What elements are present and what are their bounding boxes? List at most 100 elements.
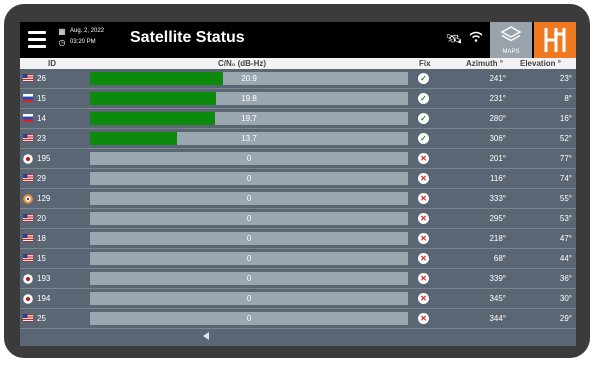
- signal-bar: 0: [90, 172, 408, 185]
- no-fix-icon: ✕: [418, 193, 429, 204]
- table-row[interactable]: 194 0 ✕ 345° 30°: [20, 289, 576, 309]
- no-fix-icon: ✕: [418, 213, 429, 224]
- azimuth-value: 218°: [489, 234, 506, 243]
- satellite-id: 193: [37, 274, 51, 283]
- table-row[interactable]: 15 19.8 ✓ 231° 8°: [20, 89, 576, 109]
- table-row[interactable]: 195 0 ✕ 201° 77°: [20, 149, 576, 169]
- azimuth-value: 68°: [493, 254, 506, 263]
- satellite-id: 20: [37, 214, 46, 223]
- signal-bar: 13.7: [90, 132, 408, 145]
- country-flag-icon: [23, 154, 33, 164]
- elevation-value: 74°: [559, 174, 572, 183]
- elevation-value: 8°: [564, 94, 572, 103]
- signal-bar: 19.7: [90, 112, 408, 125]
- azimuth-value: 280°: [489, 114, 506, 123]
- wifi-icon[interactable]: [469, 30, 483, 49]
- country-flag-icon: [23, 94, 33, 102]
- satellite-list[interactable]: 26 20.9 ✓ 241° 23° 15 19.8 ✓ 231° 8° 14 19.7 ✓ 280° 16…: [20, 69, 576, 329]
- elevation-value: 29°: [559, 314, 572, 323]
- fix-ok-icon: ✓: [418, 113, 429, 124]
- country-flag-icon: [23, 314, 33, 322]
- signal-value: 0: [246, 274, 252, 283]
- elevation-value: 23°: [559, 74, 572, 83]
- signal-bar: 0: [90, 252, 408, 265]
- country-flag-icon: [23, 174, 33, 182]
- satellite-id: 14: [37, 114, 46, 123]
- country-flag-icon: [23, 254, 33, 262]
- azimuth-value: 339°: [489, 274, 506, 283]
- country-flag-icon: [23, 134, 33, 142]
- signal-value: 20.9: [241, 74, 257, 83]
- elevation-value: 30°: [559, 294, 572, 303]
- table-header: ID C/N₀ (dB-Hz) Fix Azimuth ° Elevation …: [20, 58, 576, 69]
- signal-bar: 0: [90, 272, 408, 285]
- azimuth-value: 306°: [489, 134, 506, 143]
- satellite-id: 26: [37, 74, 46, 83]
- elevation-value: 77°: [559, 154, 572, 163]
- table-row[interactable]: 20 0 ✕ 295° 53°: [20, 209, 576, 229]
- signal-bar: 20.9: [90, 72, 408, 85]
- signal-bar: 0: [90, 212, 408, 225]
- signal-bar: 19.8: [90, 92, 408, 105]
- satellite-id: 23: [37, 134, 46, 143]
- col-fix-header: Fix: [419, 59, 431, 68]
- no-fix-icon: ✕: [418, 313, 429, 324]
- maps-label: MAPS: [502, 49, 520, 55]
- elevation-value: 53°: [559, 214, 572, 223]
- country-flag-icon: [23, 214, 33, 222]
- country-flag-icon: [23, 294, 33, 304]
- fix-ok-icon: ✓: [418, 73, 429, 84]
- table-row[interactable]: 18 0 ✕ 218° 47°: [20, 229, 576, 249]
- col-azimuth-header: Azimuth °: [466, 59, 503, 68]
- azimuth-value: 333°: [489, 194, 506, 203]
- azimuth-value: 231°: [489, 94, 506, 103]
- signal-bar: 0: [90, 152, 408, 165]
- signal-value: 13.7: [241, 134, 257, 143]
- maps-button[interactable]: MAPS: [490, 22, 532, 58]
- satellite-id: 29: [37, 174, 46, 183]
- satellite-id: 194: [37, 294, 51, 303]
- satellite-id: 15: [37, 254, 46, 263]
- table-row[interactable]: 193 0 ✕ 339° 36°: [20, 269, 576, 289]
- col-cn0-header: C/N₀ (dB-Hz): [218, 59, 267, 68]
- signal-value: 0: [246, 214, 252, 223]
- satellite-id: 195: [37, 154, 51, 163]
- signal-value: 19.8: [241, 94, 257, 103]
- table-row[interactable]: 129 0 ✕ 333° 55°: [20, 189, 576, 209]
- hamburger-menu-icon[interactable]: [28, 31, 46, 49]
- country-flag-icon: [23, 274, 33, 284]
- country-flag-icon: [23, 74, 33, 82]
- app-logo: [534, 22, 576, 58]
- signal-value: 0: [246, 194, 252, 203]
- signal-bar: 0: [90, 292, 408, 305]
- satellite-icon[interactable]: 🛰: [446, 31, 463, 47]
- azimuth-value: 345°: [489, 294, 506, 303]
- table-row[interactable]: 29 0 ✕ 116° 74°: [20, 169, 576, 189]
- date-time-block: ▦ Aug. 2, 2022 ◷ 03:20 PM: [58, 26, 104, 48]
- no-fix-icon: ✕: [418, 253, 429, 264]
- satellite-id: 25: [37, 314, 46, 323]
- scroll-left-arrow-icon[interactable]: [203, 332, 209, 340]
- signal-value: 0: [246, 234, 252, 243]
- signal-bar: 0: [90, 232, 408, 245]
- table-row[interactable]: 15 0 ✕ 68° 44°: [20, 249, 576, 269]
- table-row[interactable]: 23 13.7 ✓ 306° 52°: [20, 129, 576, 149]
- signal-value: 0: [246, 254, 252, 263]
- no-fix-icon: ✕: [418, 273, 429, 284]
- signal-bar: 0: [90, 192, 408, 205]
- table-row[interactable]: 14 19.7 ✓ 280° 16°: [20, 109, 576, 129]
- signal-value: 19.7: [241, 114, 257, 123]
- table-row[interactable]: 25 0 ✕ 344° 29°: [20, 309, 576, 329]
- elevation-value: 47°: [559, 234, 572, 243]
- clock-icon: ◷: [58, 38, 66, 47]
- azimuth-value: 344°: [489, 314, 506, 323]
- app-screen: ▦ Aug. 2, 2022 ◷ 03:20 PM Satellite Status…: [20, 22, 576, 346]
- table-row[interactable]: 26 20.9 ✓ 241° 23°: [20, 69, 576, 89]
- top-bar: ▦ Aug. 2, 2022 ◷ 03:20 PM Satellite Status…: [20, 22, 576, 58]
- signal-value: 0: [246, 294, 252, 303]
- country-flag-icon: [23, 234, 33, 242]
- layers-icon: [500, 26, 522, 42]
- satellite-id: 18: [37, 234, 46, 243]
- elevation-value: 52°: [559, 134, 572, 143]
- calendar-icon: ▦: [58, 27, 66, 36]
